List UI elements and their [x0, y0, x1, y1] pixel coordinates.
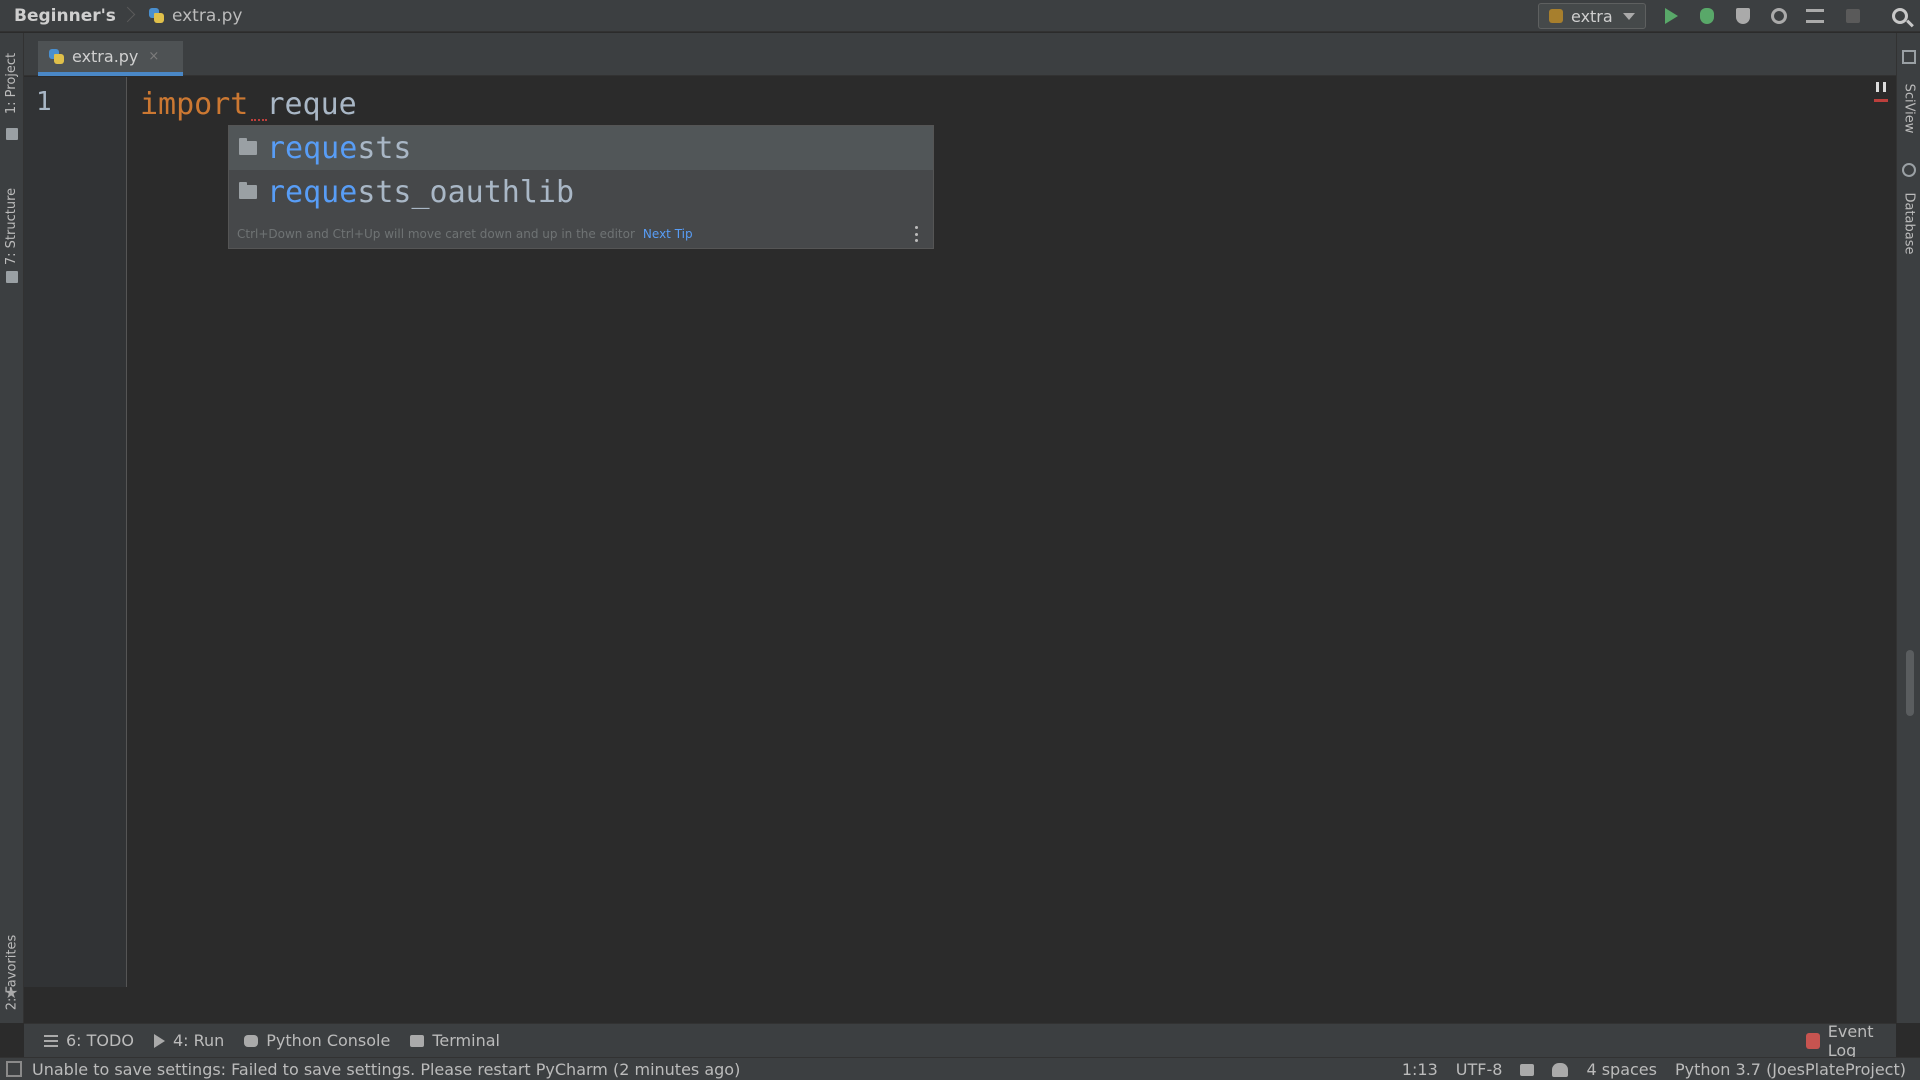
- editor-tab-label: extra.py: [72, 47, 139, 66]
- python-file-icon: [148, 7, 166, 25]
- lock-icon[interactable]: [1520, 1063, 1535, 1076]
- tool-tab-favorites[interactable]: 2: Favorites: [0, 928, 24, 1016]
- completion-rest: sts: [357, 130, 412, 166]
- python-config-icon: [1549, 9, 1563, 23]
- sciview-icon: [1902, 50, 1916, 64]
- tool-tab-python-console[interactable]: Python Console: [244, 1031, 390, 1050]
- run-configuration-label: extra: [1571, 6, 1613, 26]
- code-editor[interactable]: import reque reque sts reque sts_oauthlib …: [128, 77, 1896, 987]
- run-icon: [1664, 8, 1678, 24]
- tool-tab-structure-label: 7: Structure: [4, 187, 20, 265]
- completion-match: reque: [267, 174, 358, 210]
- right-tool-stripe: SciView Database: [1896, 33, 1920, 1023]
- line-number-gutter[interactable]: 1: [24, 77, 127, 987]
- completion-rest: sts_oauthlib: [357, 174, 575, 210]
- folder-icon: [239, 182, 257, 199]
- inspection-pause-icon[interactable]: [1876, 82, 1886, 92]
- completion-item[interactable]: reque sts_oauthlib: [229, 170, 933, 214]
- list-icon: [44, 1034, 58, 1047]
- tool-tab-sciview-label: SciView: [1901, 83, 1917, 133]
- event-log-icon: [1806, 1033, 1820, 1049]
- database-icon: [1902, 163, 1916, 177]
- profile-button[interactable]: [1768, 5, 1790, 27]
- tool-tab-todo[interactable]: 6: TODO: [44, 1031, 134, 1050]
- stop-icon: [1846, 9, 1860, 23]
- coverage-icon: [1736, 8, 1750, 24]
- tool-tab-terminal[interactable]: Terminal: [410, 1031, 500, 1050]
- tool-tab-python-console-label: Python Console: [266, 1031, 391, 1050]
- more-options-icon[interactable]: [915, 226, 919, 242]
- coverage-button[interactable]: [1732, 5, 1754, 27]
- tool-windows-toggle-icon[interactable]: [6, 1061, 22, 1077]
- bottom-tool-bar: 6: TODO 4: Run Python Console Terminal E…: [24, 1022, 1896, 1060]
- status-widgets: 1:13 UTF-8 4 spaces Python 3.7 (JoesPlat…: [1402, 1058, 1906, 1080]
- code-line[interactable]: import reque: [140, 85, 357, 125]
- next-tip-link[interactable]: Next Tip: [643, 227, 693, 241]
- breadcrumb-file[interactable]: extra.py: [134, 0, 249, 32]
- status-bar: Unable to save settings: Failed to save …: [0, 1057, 1920, 1080]
- left-tool-stripe: 1: Project 7: Structure 2: Favorites ★: [0, 33, 24, 1023]
- error-underline: [251, 117, 267, 121]
- run-icon: [153, 1033, 165, 1048]
- file-encoding[interactable]: UTF-8: [1456, 1060, 1503, 1079]
- python-console-icon: [244, 1034, 259, 1047]
- build-icon: [1806, 9, 1824, 23]
- debug-icon: [1700, 8, 1714, 24]
- structure-icon: [6, 271, 18, 283]
- tool-tab-structure[interactable]: 7: Structure: [0, 178, 24, 274]
- completion-popup: reque sts reque sts_oauthlib Ctrl+Down and…: [228, 125, 934, 249]
- search-icon: [1892, 8, 1908, 24]
- tool-tab-run[interactable]: 4: Run: [153, 1031, 225, 1050]
- inspector-icon[interactable]: [1552, 1062, 1569, 1077]
- tool-tab-project[interactable]: 1: Project: [0, 43, 24, 123]
- indent-setting[interactable]: 4 spaces: [1586, 1060, 1657, 1079]
- profile-icon: [1771, 8, 1787, 24]
- error-stripe-marker[interactable]: [1874, 99, 1888, 102]
- breadcrumb-separator: [122, 0, 134, 32]
- status-message[interactable]: Unable to save settings: Failed to save …: [32, 1060, 740, 1079]
- run-configuration-selector[interactable]: extra: [1538, 3, 1646, 29]
- keyword-import: import: [140, 87, 249, 122]
- python-file-icon: [48, 48, 66, 66]
- completion-tip: Ctrl+Down and Ctrl+Up will move caret do…: [237, 222, 927, 246]
- debug-button[interactable]: [1696, 5, 1718, 27]
- editor-tab-extra-py[interactable]: extra.py ×: [38, 41, 183, 76]
- completion-item[interactable]: reque sts: [229, 126, 933, 170]
- build-button[interactable]: [1804, 5, 1826, 27]
- stop-button[interactable]: [1842, 5, 1864, 27]
- chevron-down-icon: [1623, 12, 1635, 20]
- tool-tab-database[interactable]: Database: [1897, 183, 1920, 263]
- tool-tab-project-label: 1: Project: [4, 52, 20, 114]
- breadcrumb-project[interactable]: Beginner's: [0, 0, 122, 32]
- run-button[interactable]: [1660, 5, 1682, 27]
- star-icon: ★: [4, 983, 19, 1002]
- folder-icon: [239, 138, 257, 155]
- editor-tab-bar: extra.py ×: [24, 33, 1896, 76]
- tool-tab-terminal-label: Terminal: [432, 1031, 500, 1050]
- vertical-scrollbar[interactable]: [1906, 650, 1914, 716]
- folder-icon: [6, 128, 18, 140]
- completion-match: reque: [267, 130, 358, 166]
- line-number: 1: [36, 87, 52, 117]
- tool-tab-run-label: 4: Run: [172, 1031, 225, 1050]
- event-log-button[interactable]: Event Log: [1806, 1022, 1896, 1060]
- tool-tab-database-label: Database: [1901, 191, 1917, 255]
- terminal-icon: [410, 1034, 425, 1047]
- python-interpreter[interactable]: Python 3.7 (JoesPlateProject): [1675, 1060, 1906, 1079]
- close-icon[interactable]: ×: [148, 49, 159, 64]
- caret-position[interactable]: 1:13: [1402, 1060, 1438, 1079]
- breadcrumb-file-label: extra.py: [171, 5, 243, 26]
- event-log-label: Event Log: [1827, 1022, 1874, 1060]
- tool-tab-todo-label: 6: TODO: [66, 1031, 134, 1050]
- completion-tip-text: Ctrl+Down and Ctrl+Up will move caret do…: [237, 227, 635, 241]
- tool-tab-sciview[interactable]: SciView: [1897, 73, 1920, 143]
- navigation-bar: Beginner's extra.py extra: [0, 0, 1920, 32]
- typed-identifier: reque: [266, 87, 357, 122]
- search-everywhere-button[interactable]: [1889, 5, 1911, 27]
